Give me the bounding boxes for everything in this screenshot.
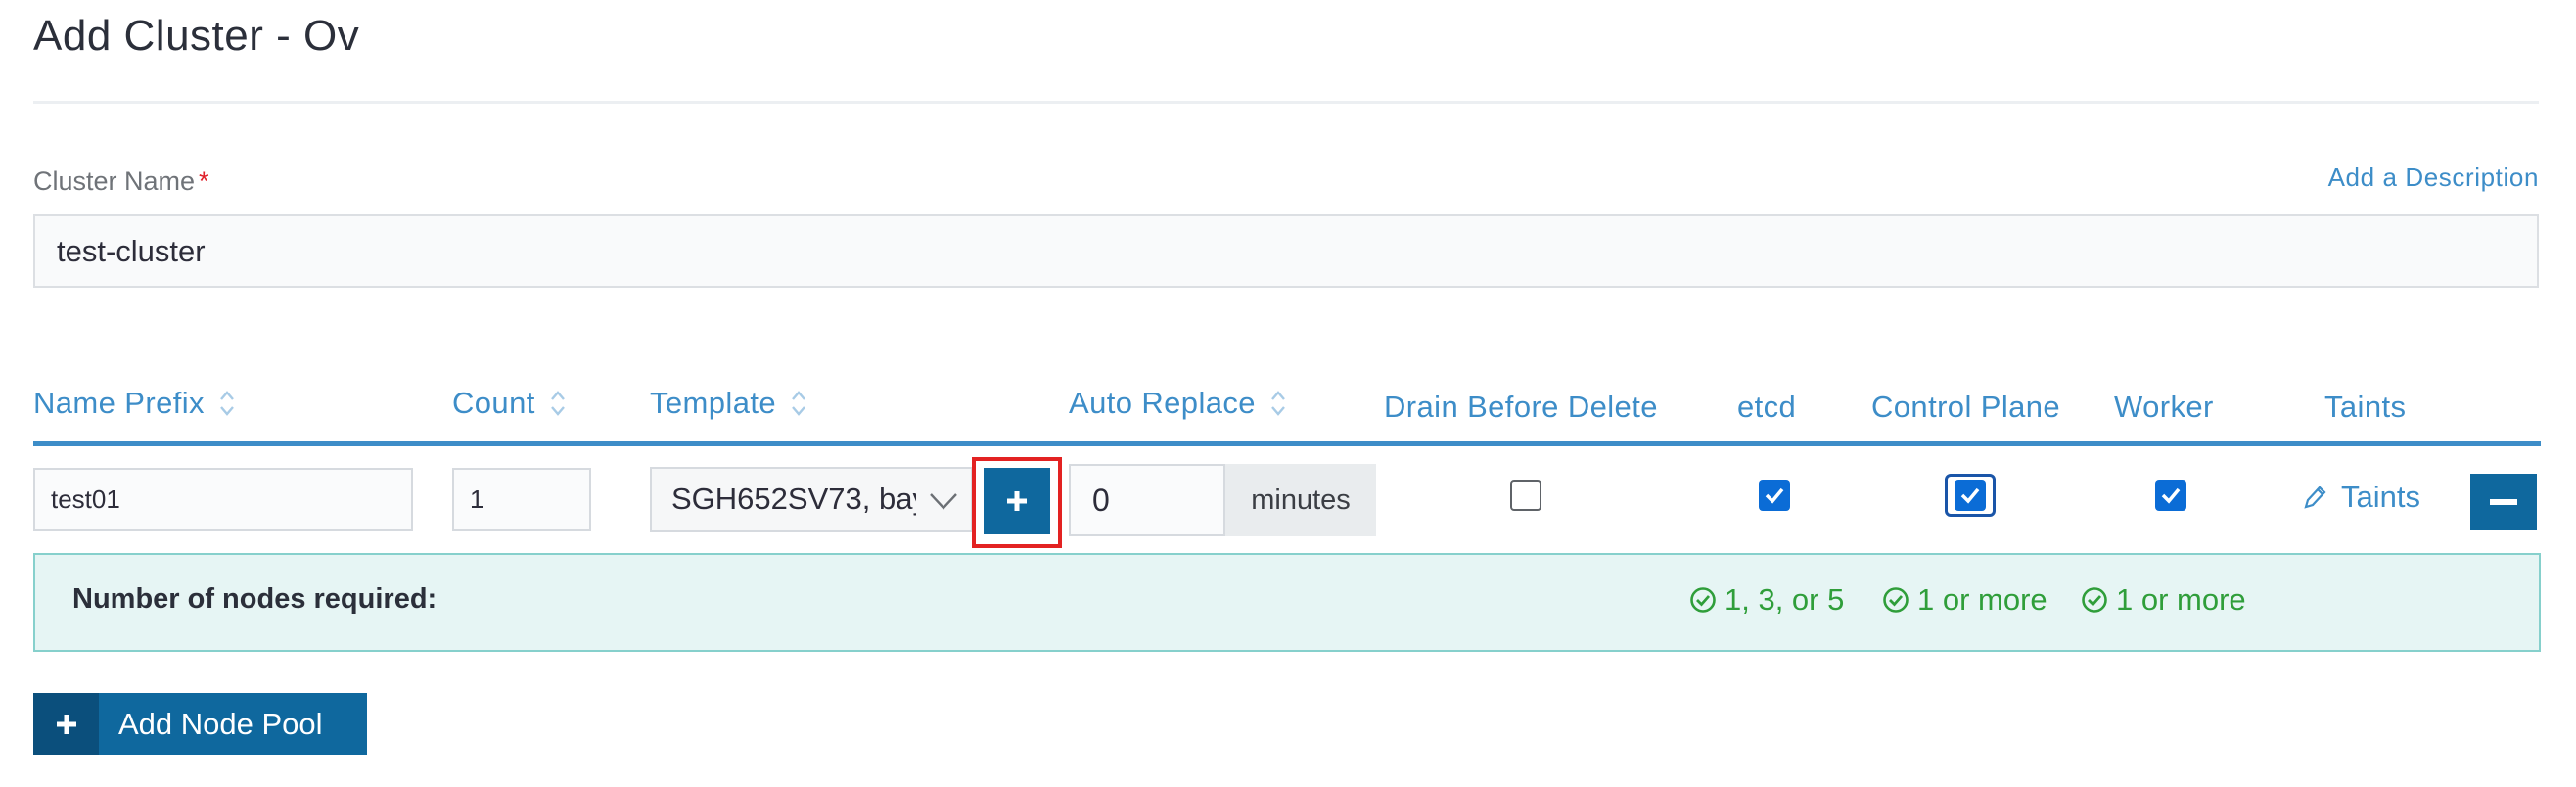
checkmark-icon <box>2161 487 2181 504</box>
taints-link[interactable]: Taints <box>2302 480 2420 515</box>
control-plane-checkbox[interactable] <box>1955 480 1986 511</box>
cluster-name-label-text: Cluster Name <box>33 166 196 196</box>
add-node-pool-button[interactable]: Add Node Pool <box>33 693 367 755</box>
table-header-divider <box>33 441 2541 446</box>
cluster-name-label: Cluster Name * <box>33 166 209 197</box>
plus-icon <box>56 714 76 734</box>
worker-requirement-text: 1 or more <box>2116 582 2246 617</box>
header-count[interactable]: Count <box>452 386 567 421</box>
title-divider <box>33 101 2539 104</box>
check-circle-icon <box>1883 587 1909 613</box>
worker-requirement: 1 or more <box>2081 582 2246 618</box>
sort-icon <box>1269 389 1287 418</box>
required-mark: * <box>199 166 209 196</box>
chevron-down-icon <box>930 493 957 510</box>
minus-icon <box>2490 498 2517 505</box>
name-prefix-input[interactable] <box>33 468 413 531</box>
header-template-label: Template <box>650 386 776 420</box>
header-drain-before-delete: Drain Before Delete <box>1384 390 1658 424</box>
sort-icon <box>218 389 236 418</box>
count-input[interactable] <box>452 468 591 531</box>
header-auto-replace-label: Auto Replace <box>1069 386 1256 420</box>
etcd-checkbox[interactable] <box>1759 480 1790 511</box>
etcd-requirement-text: 1, 3, or 5 <box>1725 582 1845 617</box>
auto-replace-input[interactable] <box>1069 464 1225 536</box>
taints-link-label: Taints <box>2341 480 2420 514</box>
pencil-icon <box>2304 486 2326 509</box>
check-circle-icon <box>2082 587 2107 613</box>
header-taints: Taints <box>2324 390 2407 424</box>
checkmark-icon <box>1960 487 1980 504</box>
template-select-value: SGH652SV73, bay <box>671 482 916 516</box>
cluster-name-input[interactable] <box>33 214 2539 288</box>
drain-before-delete-checkbox[interactable] <box>1510 480 1541 511</box>
header-worker: Worker <box>2114 390 2214 424</box>
sort-icon <box>790 389 807 418</box>
etcd-requirement: 1, 3, or 5 <box>1689 582 1844 618</box>
minutes-addon: minutes <box>1225 464 1376 536</box>
header-control-plane: Control Plane <box>1871 390 2061 424</box>
page-title: Add Cluster - Ov <box>33 12 360 60</box>
plus-icon <box>1007 491 1027 511</box>
control-plane-requirement: 1 or more <box>1882 582 2047 618</box>
header-etcd: etcd <box>1737 390 1797 424</box>
template-select[interactable]: SGH652SV73, bay <box>650 467 973 532</box>
header-name-prefix[interactable]: Name Prefix <box>33 386 236 421</box>
control-plane-requirement-text: 1 or more <box>1917 582 2047 617</box>
header-auto-replace[interactable]: Auto Replace <box>1069 386 1287 421</box>
add-node-pool-icon-wrap <box>33 693 99 755</box>
add-node-pool-label: Add Node Pool <box>99 693 367 755</box>
add-description-link[interactable]: Add a Description <box>2328 162 2539 193</box>
header-count-label: Count <box>452 386 535 420</box>
worker-checkbox[interactable] <box>2155 480 2186 511</box>
checkmark-icon <box>1765 487 1784 504</box>
sort-icon <box>549 389 567 418</box>
remove-node-pool-button[interactable] <box>2470 474 2537 530</box>
check-circle-icon <box>1690 587 1716 613</box>
add-template-button[interactable] <box>984 468 1050 534</box>
header-template[interactable]: Template <box>650 386 807 421</box>
header-name-prefix-label: Name Prefix <box>33 386 205 420</box>
nodes-required-label: Number of nodes required: <box>72 583 437 615</box>
